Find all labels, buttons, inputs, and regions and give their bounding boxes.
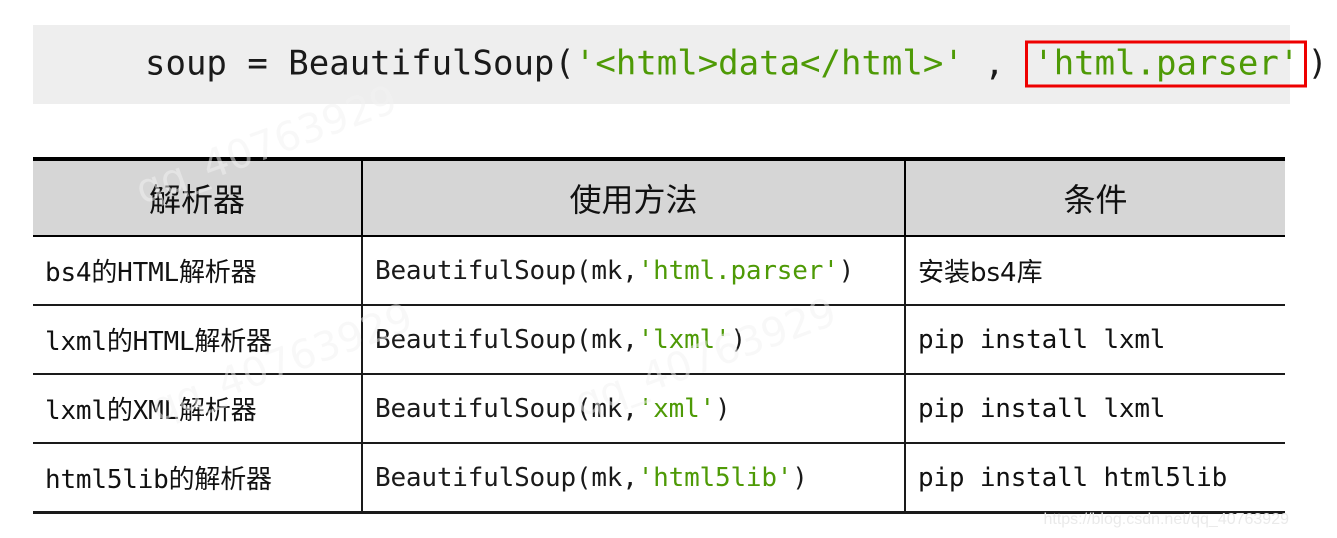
- cell-usage: BeautifulSoup(mk,'html5lib'): [362, 443, 906, 514]
- code-prefix: soup = BeautifulSoup(: [145, 43, 575, 83]
- code-block: soup = BeautifulSoup('<html>data</html>'…: [33, 25, 1328, 104]
- table-row: bs4的HTML解析器 BeautifulSoup(mk,'html.parse…: [33, 236, 1285, 306]
- cell-usage: BeautifulSoup(mk,'lxml'): [362, 305, 906, 375]
- highlight-box: 'html.parser': [1025, 40, 1308, 87]
- cell-parser-name: html5lib的解析器: [33, 443, 363, 514]
- cell-condition: pip install lxml: [905, 305, 1285, 375]
- usage-suffix: ): [792, 462, 808, 493]
- usage-suffix: ): [730, 324, 746, 355]
- usage-prefix: BeautifulSoup(mk,: [375, 462, 638, 493]
- usage-string: 'xml': [637, 393, 715, 424]
- cell-condition: pip install html5lib: [905, 443, 1285, 514]
- code-separator: ,: [963, 43, 1026, 83]
- usage-prefix: BeautifulSoup(mk,: [375, 255, 638, 286]
- cell-parser-name: lxml的HTML解析器: [33, 305, 363, 375]
- usage-prefix: BeautifulSoup(mk,: [375, 393, 638, 424]
- usage-suffix: ): [838, 255, 855, 286]
- column-header-parser: 解析器: [33, 157, 363, 237]
- code-suffix: ): [1307, 43, 1328, 83]
- cell-condition: 安装bs4库: [905, 236, 1285, 306]
- column-header-condition: 条件: [905, 157, 1285, 237]
- table-row: lxml的XML解析器 BeautifulSoup(mk,'xml') pip …: [33, 374, 1285, 444]
- table-row: html5lib的解析器 BeautifulSoup(mk,'html5lib'…: [33, 443, 1285, 514]
- code-line: soup = BeautifulSoup('<html>data</html>'…: [145, 40, 1328, 88]
- usage-string: 'lxml': [637, 324, 731, 355]
- cell-condition: pip install lxml: [905, 374, 1285, 444]
- source-watermark: https://blog.csdn.net/qq_40763929: [1043, 511, 1289, 528]
- table-row: lxml的HTML解析器 BeautifulSoup(mk,'lxml') pi…: [33, 305, 1285, 375]
- cell-usage: BeautifulSoup(mk,'html.parser'): [362, 236, 906, 306]
- usage-suffix: ): [715, 393, 731, 424]
- code-string-argument: '<html>data</html>': [574, 43, 964, 83]
- table-header-row: 解析器 使用方法 条件: [33, 157, 1285, 237]
- parser-comparison-table: 解析器 使用方法 条件 bs4的HTML解析器 BeautifulSoup(mk…: [33, 157, 1285, 514]
- cell-parser-name: bs4的HTML解析器: [33, 236, 363, 306]
- cell-parser-name: lxml的XML解析器: [33, 374, 363, 444]
- column-header-usage: 使用方法: [362, 157, 906, 237]
- cell-usage: BeautifulSoup(mk,'xml'): [362, 374, 906, 444]
- usage-prefix: BeautifulSoup(mk,: [375, 324, 638, 355]
- usage-string: 'html.parser': [637, 255, 839, 286]
- usage-string: 'html5lib': [637, 462, 793, 493]
- code-highlighted-argument: 'html.parser': [1033, 43, 1300, 83]
